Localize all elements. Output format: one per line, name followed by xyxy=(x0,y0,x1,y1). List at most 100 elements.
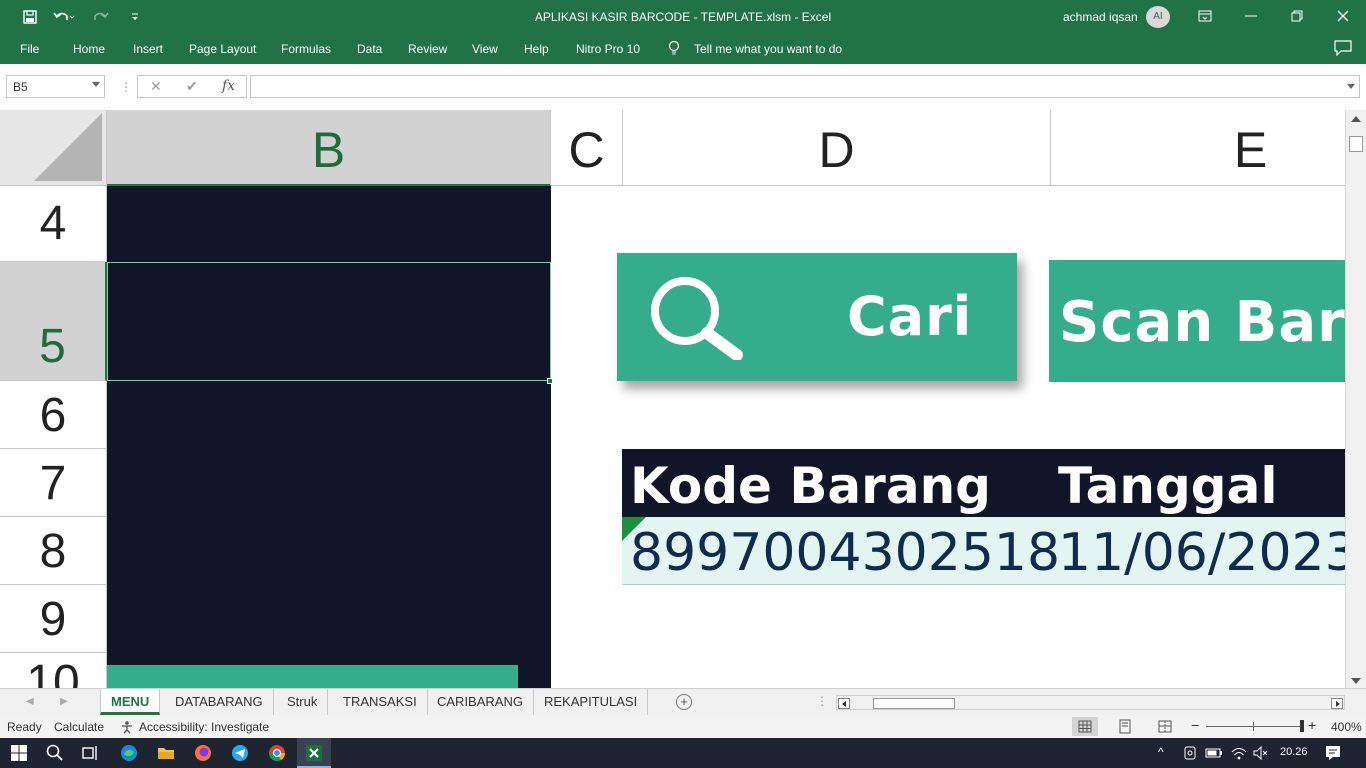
formula-bar: B5 ⋮ ✕ ✔ fx xyxy=(0,64,1366,110)
row-header-5[interactable]: 5 xyxy=(0,262,107,381)
tab-splitter-icon[interactable]: ⋮ xyxy=(816,694,828,708)
column-header-b[interactable]: B xyxy=(107,110,551,186)
normal-view-icon[interactable] xyxy=(1072,717,1098,736)
next-sheet-icon[interactable]: ▶ xyxy=(60,696,68,707)
status-ready: Ready xyxy=(7,720,42,734)
row-header-6[interactable]: 6 xyxy=(0,381,107,449)
row-header-7[interactable]: 7 xyxy=(0,449,107,517)
windows-start-icon[interactable] xyxy=(9,743,29,763)
accessibility-icon[interactable] xyxy=(120,720,134,734)
scroll-down-icon[interactable] xyxy=(1351,678,1361,684)
tab-nitro-pro[interactable]: Nitro Pro 10 xyxy=(576,42,640,56)
windows-taskbar: ^ 20.26 xyxy=(0,738,1366,768)
cari-button[interactable]: Cari xyxy=(617,253,1017,381)
name-box[interactable]: B5 xyxy=(6,75,105,98)
firefox-icon[interactable] xyxy=(193,743,213,763)
worksheet-grid[interactable]: B C D E 4 5 6 7 8 9 10 Cari Scan Barang … xyxy=(0,110,1345,688)
scroll-left-icon[interactable] xyxy=(838,698,850,709)
cell-kode-barang[interactable]: 8997004302518 xyxy=(630,523,1060,583)
tab-data[interactable]: Data xyxy=(357,42,382,56)
column-header-c[interactable]: C xyxy=(551,110,623,186)
active-cell-selection[interactable] xyxy=(107,262,551,381)
column-header-d[interactable]: D xyxy=(623,110,1051,186)
ribbon-display-options-icon[interactable] xyxy=(1190,4,1220,28)
zoom-slider[interactable] xyxy=(1206,726,1302,727)
status-bar: Ready Calculate Accessibility: Investiga… xyxy=(0,715,1366,738)
zoom-level[interactable]: 400% xyxy=(1331,720,1362,734)
horizontal-scrollbar[interactable] xyxy=(836,695,1345,710)
vertical-scroll-thumb[interactable] xyxy=(1349,136,1363,152)
row-header-10[interactable]: 10 xyxy=(0,653,107,688)
sheet-tab-struk[interactable]: Struk xyxy=(277,689,329,715)
edge-browser-icon[interactable] xyxy=(119,743,139,763)
name-box-value: B5 xyxy=(13,80,28,94)
table-row[interactable]: 8997004302518 11/06/2023 xyxy=(622,517,1345,585)
horizontal-scroll-thumb[interactable] xyxy=(873,698,955,709)
add-sheet-icon[interactable]: + xyxy=(676,694,692,710)
zoom-out-icon[interactable]: − xyxy=(1191,717,1199,733)
tab-insert[interactable]: Insert xyxy=(133,42,163,56)
insert-function-icon[interactable]: fx xyxy=(222,78,235,94)
battery-icon[interactable] xyxy=(1205,744,1223,762)
file-explorer-icon[interactable] xyxy=(156,743,176,763)
tab-review[interactable]: Review xyxy=(408,42,447,56)
prev-sheet-icon[interactable]: ◀ xyxy=(26,696,34,707)
enter-check-icon[interactable]: ✔ xyxy=(186,78,198,95)
search-icon[interactable] xyxy=(45,743,65,763)
scroll-up-icon[interactable] xyxy=(1351,116,1361,122)
tab-file[interactable]: File xyxy=(20,42,39,56)
meet-now-icon[interactable] xyxy=(1181,744,1199,762)
page-layout-view-icon[interactable] xyxy=(1112,717,1138,736)
avatar[interactable]: AI xyxy=(1146,6,1170,28)
formula-input[interactable] xyxy=(250,75,1360,98)
user-name[interactable]: achmad iqsan xyxy=(1063,10,1138,24)
page-break-view-icon[interactable] xyxy=(1152,717,1178,736)
zoom-slider-thumb[interactable] xyxy=(1300,720,1304,732)
tab-view[interactable]: View xyxy=(472,42,498,56)
clock[interactable]: 20.26 xyxy=(1280,746,1308,758)
fill-handle[interactable] xyxy=(547,378,553,384)
header-kode-barang: Kode Barang xyxy=(630,457,991,515)
close-icon[interactable] xyxy=(1328,4,1358,28)
expand-formula-bar-icon[interactable] xyxy=(1347,84,1355,89)
sheet-tab-transaksi[interactable]: TRANSAKSI xyxy=(333,689,428,715)
chrome-icon[interactable] xyxy=(267,743,287,763)
select-all-button[interactable] xyxy=(0,110,107,186)
formula-bar-splitter-icon[interactable]: ⋮ xyxy=(120,80,132,94)
tab-help[interactable]: Help xyxy=(524,42,549,56)
cancel-icon[interactable]: ✕ xyxy=(150,78,162,95)
sheet-tab-rekapitulasi[interactable]: REKAPITULASI xyxy=(534,689,649,715)
row-header-4[interactable]: 4 xyxy=(0,186,107,262)
notifications-icon[interactable] xyxy=(1323,743,1343,763)
sheet-tab-databarang[interactable]: DATABARANG xyxy=(165,689,274,715)
task-view-icon[interactable] xyxy=(80,743,100,763)
zoom-slider-center-tick xyxy=(1253,722,1254,731)
sheet-tab-caribarang[interactable]: CARIBARANG xyxy=(427,689,534,715)
row-header-8[interactable]: 8 xyxy=(0,517,107,585)
telegram-icon[interactable] xyxy=(230,743,250,763)
wifi-icon[interactable] xyxy=(1230,744,1248,762)
tab-page-layout[interactable]: Page Layout xyxy=(189,42,256,56)
row-header-9[interactable]: 9 xyxy=(0,585,107,653)
restore-icon[interactable] xyxy=(1282,4,1312,28)
status-accessibility[interactable]: Accessibility: Investigate xyxy=(139,720,269,734)
tab-formulas[interactable]: Formulas xyxy=(281,42,331,56)
scan-barang-button[interactable]: Scan Barang xyxy=(1049,260,1345,382)
zoom-in-icon[interactable]: + xyxy=(1308,717,1316,733)
ribbon-tabs: File Home Insert Page Layout Formulas Da… xyxy=(0,34,1366,64)
tab-home[interactable]: Home xyxy=(73,42,105,56)
column-header-e[interactable]: E xyxy=(1051,110,1345,186)
speaker-muted-icon[interactable] xyxy=(1252,744,1270,762)
minimize-icon[interactable] xyxy=(1236,4,1266,28)
status-calculate[interactable]: Calculate xyxy=(54,720,104,734)
chevron-down-icon[interactable] xyxy=(92,82,100,87)
vertical-scrollbar[interactable] xyxy=(1345,110,1366,688)
cell-tanggal[interactable]: 11/06/2023 xyxy=(1058,523,1345,583)
scroll-right-icon[interactable] xyxy=(1331,698,1343,709)
menu-panel-button[interactable] xyxy=(107,665,518,688)
tell-me-search[interactable]: Tell me what you want to do xyxy=(694,42,842,56)
comments-icon[interactable] xyxy=(1334,40,1352,56)
show-hidden-icons-icon[interactable]: ^ xyxy=(1158,745,1164,759)
sheet-tab-menu[interactable]: MENU xyxy=(100,689,161,715)
excel-taskbar-button[interactable] xyxy=(297,738,331,768)
